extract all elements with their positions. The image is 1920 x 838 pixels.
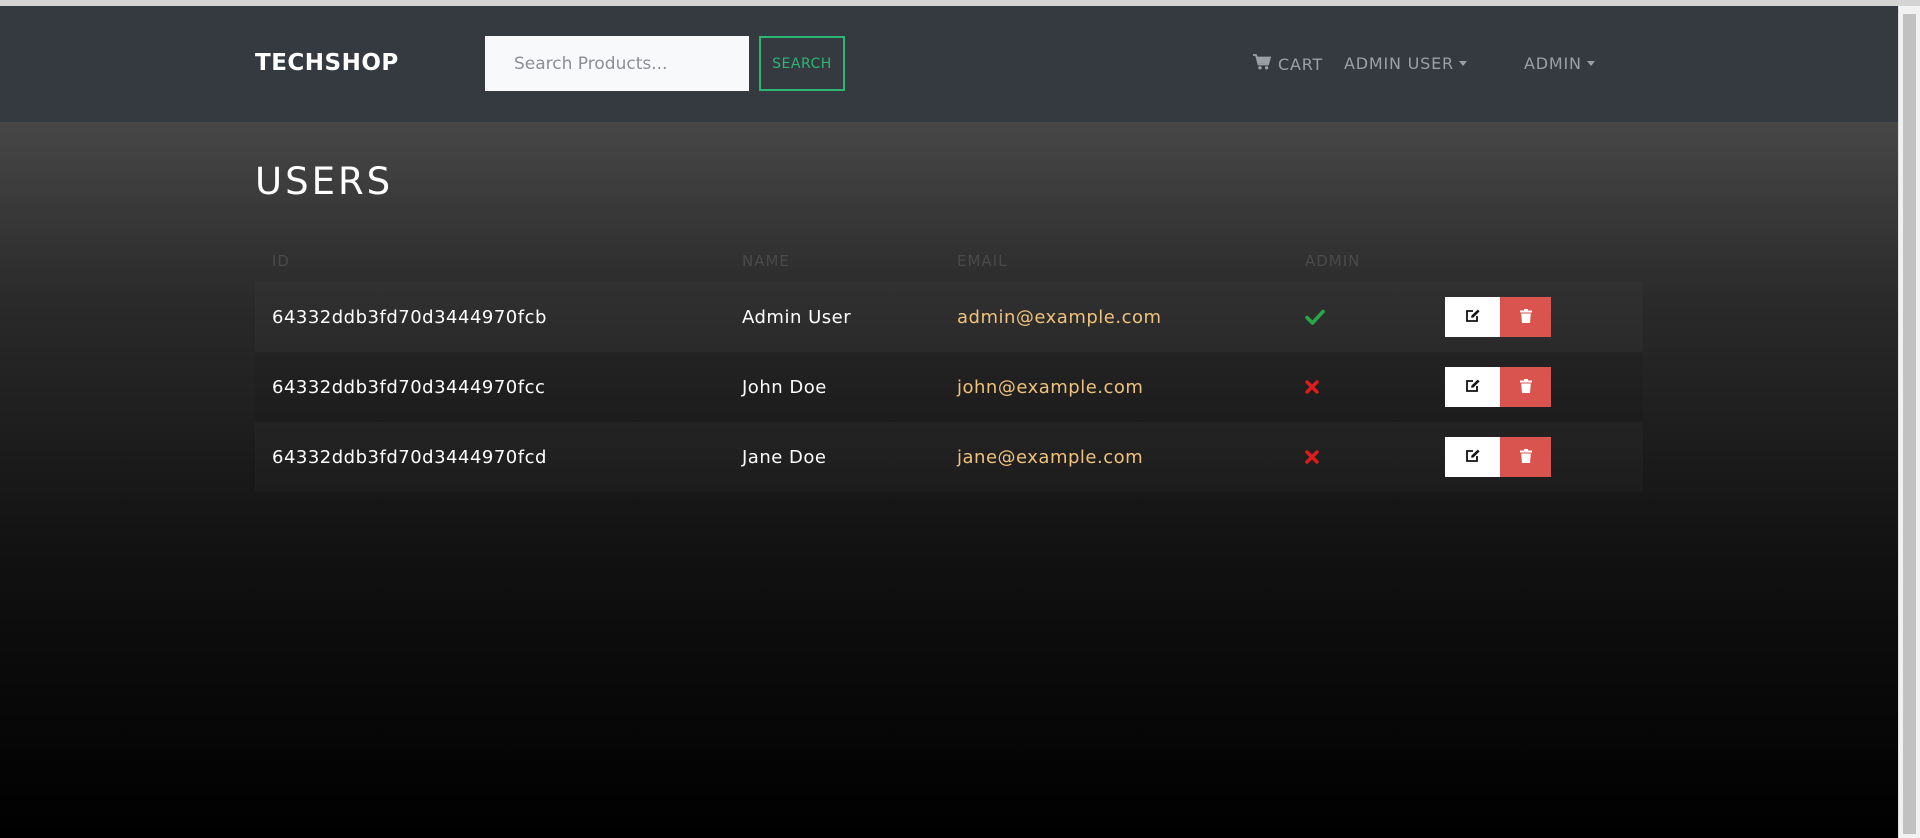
table-row: 64332ddb3fd70d3444970fcd Jane Doe jane@e…: [255, 422, 1643, 492]
edit-icon: [1465, 309, 1481, 326]
column-header-email: EMAIL: [957, 252, 1008, 270]
delete-button[interactable]: [1500, 297, 1551, 337]
top-navbar: TECHSHOP SEARCH CART ADMIN USER ADMIN: [0, 6, 1898, 122]
admin-menu-label: ADMIN: [1524, 54, 1582, 73]
cart-link[interactable]: CART: [1253, 54, 1323, 74]
user-name-cell: John Doe: [742, 376, 827, 398]
cross-icon: [1305, 450, 1428, 464]
brand-logo[interactable]: TECHSHOP: [255, 50, 399, 76]
table-header-row: ID NAME EMAIL ADMIN: [255, 240, 1643, 282]
delete-button[interactable]: [1500, 437, 1551, 477]
chevron-down-icon: [1586, 61, 1595, 66]
delete-button[interactable]: [1500, 367, 1551, 407]
user-email-link[interactable]: john@example.com: [957, 377, 1143, 398]
trash-icon: [1519, 308, 1532, 326]
column-header-admin: ADMIN: [1305, 252, 1361, 270]
edit-icon: [1465, 449, 1481, 466]
edit-button[interactable]: [1445, 367, 1500, 407]
edit-button[interactable]: [1445, 437, 1500, 477]
edit-button[interactable]: [1445, 297, 1500, 337]
check-icon: [1305, 309, 1428, 325]
user-name-cell: Jane Doe: [742, 446, 827, 468]
search-button[interactable]: SEARCH: [759, 36, 845, 91]
users-table: ID NAME EMAIL ADMIN 64332ddb3fd70d344497…: [255, 240, 1643, 492]
user-email-link[interactable]: admin@example.com: [957, 307, 1162, 328]
table-row: 64332ddb3fd70d3444970fcb Admin User admi…: [255, 282, 1643, 352]
user-id-cell: 64332ddb3fd70d3444970fcc: [272, 376, 546, 398]
column-header-id: ID: [272, 252, 290, 270]
user-name-cell: Admin User: [742, 306, 852, 328]
user-menu-label: ADMIN USER: [1344, 54, 1454, 73]
cart-label: CART: [1278, 54, 1324, 74]
row-actions: [1445, 297, 1643, 337]
row-actions: [1445, 367, 1643, 407]
page-title: USERS: [255, 160, 394, 203]
shopping-cart-icon: [1253, 54, 1272, 74]
chevron-down-icon: [1458, 61, 1467, 66]
cross-icon: [1305, 380, 1428, 394]
column-header-actions: [1428, 240, 1643, 282]
table-row: 64332ddb3fd70d3444970fcc John Doe john@e…: [255, 352, 1643, 422]
row-actions: [1445, 437, 1643, 477]
user-id-cell: 64332ddb3fd70d3444970fcd: [272, 446, 547, 468]
admin-menu-dropdown[interactable]: ADMIN: [1524, 54, 1595, 73]
trash-icon: [1519, 448, 1532, 466]
user-menu-dropdown[interactable]: ADMIN USER: [1344, 54, 1467, 73]
vertical-scrollbar[interactable]: [1898, 6, 1920, 838]
search-input[interactable]: [485, 36, 749, 91]
edit-icon: [1465, 379, 1481, 396]
scrollbar-thumb[interactable]: [1903, 14, 1916, 834]
user-id-cell: 64332ddb3fd70d3444970fcb: [272, 306, 547, 328]
trash-icon: [1519, 378, 1532, 396]
column-header-name: NAME: [742, 252, 790, 270]
user-email-link[interactable]: jane@example.com: [957, 447, 1143, 468]
